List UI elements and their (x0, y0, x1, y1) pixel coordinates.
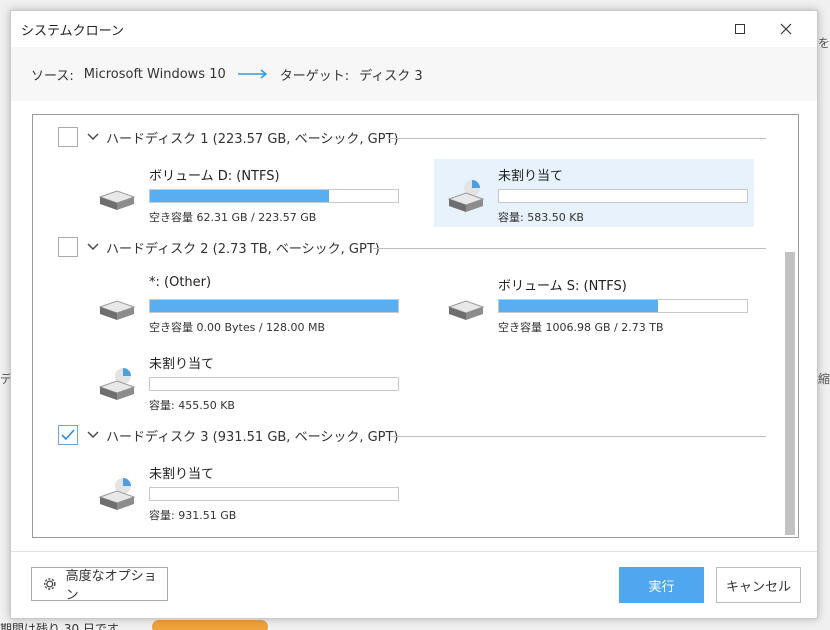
dialog-title: システムクローン (21, 24, 124, 39)
usage-bar-fill (150, 300, 398, 312)
usage-bar (149, 487, 399, 501)
disk-1-label: ハードディスク 1 (223.57 GB, ベーシック, GPT) (106, 131, 399, 147)
gear-icon (44, 578, 56, 590)
target-label: ターゲット: (279, 68, 350, 84)
disk-header-1[interactable]: ハードディスク 1 (223.57 GB, ベーシック, GPT) (58, 127, 399, 147)
disk-3-label: ハードディスク 3 (931.51 GB, ベーシック, GPT) (106, 429, 399, 445)
close-button[interactable] (763, 11, 809, 47)
usage-bar (498, 189, 748, 203)
divider (391, 436, 766, 437)
unallocated-drive-icon (447, 180, 485, 212)
partition-card[interactable]: 未割り当て 容量: 931.51 GB (85, 457, 405, 525)
disk-header-3[interactable]: ハードディスク 3 (931.51 GB, ベーシック, GPT) (58, 425, 399, 445)
license-badge[interactable] (152, 620, 268, 630)
partition-name: 未割り当て (149, 357, 215, 372)
background-text-right: 縮 (817, 372, 830, 386)
usage-bar (149, 377, 399, 391)
clone-route: ソース: Microsoft Windows 10 ターゲット: ディスク 3 (11, 47, 817, 101)
chevron-down-icon[interactable] (86, 130, 100, 144)
partition-info: 空き容量 62.31 GB / 223.57 GB (149, 211, 317, 224)
partition-info: 容量: 931.51 GB (149, 509, 237, 522)
disk-3-checkbox[interactable] (58, 425, 78, 445)
advanced-options-label: 高度なオプション (65, 569, 157, 603)
footer-divider (11, 551, 817, 552)
cancel-button[interactable]: キャンセル (716, 567, 801, 603)
unallocated-drive-icon (98, 368, 136, 400)
close-icon (780, 23, 792, 35)
disk-list-panel: ハードディスク 1 (223.57 GB, ベーシック, GPT) ボリューム … (32, 114, 799, 538)
divider (388, 138, 766, 139)
partition-card[interactable]: *: (Other) 空き容量 0.00 Bytes / 128.00 MB (85, 269, 405, 337)
partition-card[interactable]: 未割り当て 容量: 455.50 KB (85, 347, 405, 415)
usage-bar-fill (150, 190, 329, 202)
usage-bar (149, 299, 399, 313)
source-label: ソース: (31, 68, 74, 84)
target-value: ディスク 3 (359, 68, 423, 84)
usage-bar (149, 189, 399, 203)
partition-card[interactable]: ボリューム D: (NTFS) 空き容量 62.31 GB / 223.57 G… (85, 159, 405, 227)
disk-2-checkbox[interactable] (58, 237, 78, 257)
trial-days-text: 期間は残り 30 日です (0, 622, 119, 630)
source-value: Microsoft Windows 10 (83, 66, 226, 82)
chevron-down-icon[interactable] (86, 428, 100, 442)
partition-info: 容量: 455.50 KB (149, 399, 235, 412)
advanced-options-button[interactable]: 高度なオプション (31, 567, 168, 603)
usage-bar (498, 299, 748, 313)
disk-header-2[interactable]: ハードディスク 2 (2.73 TB, ベーシック, GPT) (58, 237, 380, 257)
disk-1-checkbox[interactable] (58, 127, 78, 147)
usage-bar-fill (499, 300, 658, 312)
maximize-icon (735, 24, 745, 34)
partition-card-selected[interactable]: 未割り当て 容量: 583.50 KB (434, 159, 754, 227)
partition-card[interactable]: ボリューム S: (NTFS) 空き容量 1006.98 GB / 2.73 T… (434, 269, 754, 337)
drive-icon (98, 300, 136, 320)
run-button[interactable]: 実行 (619, 567, 704, 603)
partition-info: 容量: 583.50 KB (498, 211, 584, 224)
unallocated-drive-icon (98, 478, 136, 510)
chevron-down-icon[interactable] (86, 240, 100, 254)
scrollbar-thumb[interactable] (785, 252, 795, 535)
title-bar: システムクローン (11, 11, 817, 47)
disk-2-label: ハードディスク 2 (2.73 TB, ベーシック, GPT) (106, 241, 380, 257)
divider (373, 248, 766, 249)
arrow-right-icon (237, 69, 268, 79)
partition-info: 空き容量 0.00 Bytes / 128.00 MB (149, 321, 326, 334)
partition-name: ボリューム D: (NTFS) (149, 169, 280, 184)
drive-icon (447, 300, 485, 320)
maximize-button[interactable] (717, 11, 763, 47)
partition-name: ボリューム S: (NTFS) (498, 279, 627, 294)
partition-name: 未割り当て (149, 467, 215, 482)
checkmark-icon (61, 429, 75, 441)
system-clone-dialog: システムクローン ソース: Microsoft Windows 10 ターゲット… (10, 10, 818, 619)
partition-name: *: (Other) (149, 275, 212, 290)
partition-info: 空き容量 1006.98 GB / 2.73 TB (498, 321, 664, 334)
drive-icon (98, 190, 136, 210)
partition-name: 未割り当て (498, 169, 564, 184)
